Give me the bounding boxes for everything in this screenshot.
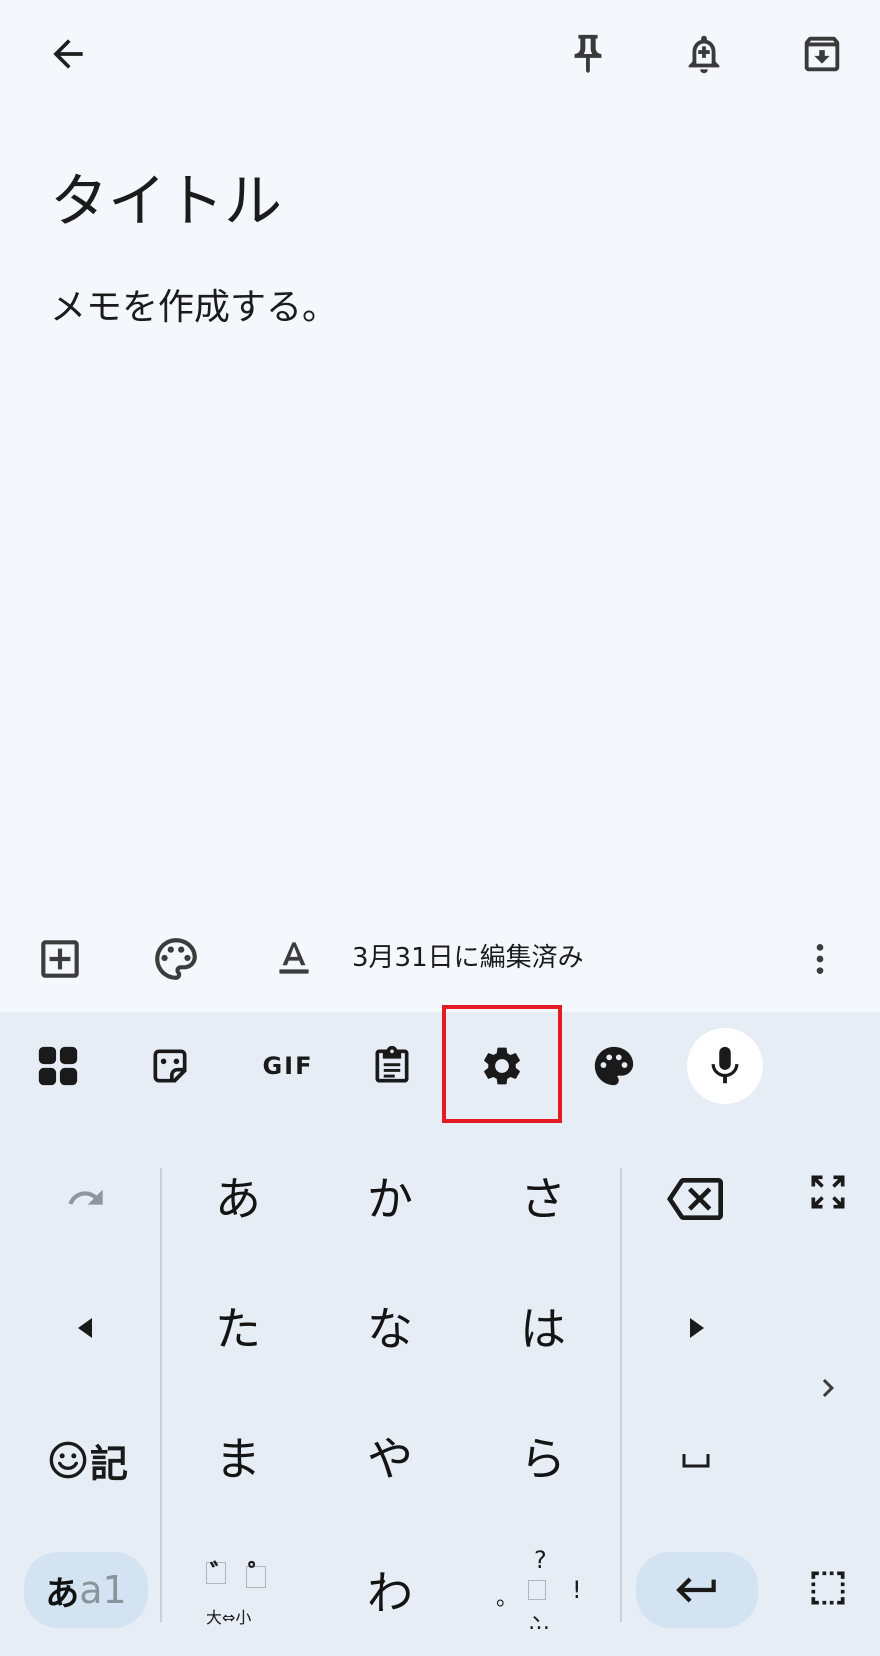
apps-grid-icon[interactable] — [28, 1036, 88, 1096]
last-edited-text: 3月31日に編集済み — [352, 943, 584, 973]
palette-icon[interactable] — [144, 927, 208, 991]
smiley-icon — [49, 1441, 87, 1479]
selection-box-icon[interactable] — [800, 1560, 856, 1616]
punct-ellipsis: … — [528, 1610, 550, 1635]
kana-key[interactable]: や — [330, 1416, 450, 1496]
symbol-label: 記 — [89, 1441, 128, 1486]
mode-alnum: a1 — [79, 1568, 127, 1612]
theme-palette-icon[interactable] — [584, 1036, 644, 1096]
archive-icon[interactable] — [790, 22, 854, 86]
sticker-icon[interactable] — [140, 1036, 200, 1096]
chevron-right-icon[interactable] — [800, 1360, 856, 1416]
mode-hiragana: あ — [45, 1573, 80, 1614]
add-box-icon[interactable] — [28, 927, 92, 991]
dakuten-mark: ゛ — [210, 1560, 237, 1590]
left-divider — [160, 1168, 162, 1622]
key-wa[interactable]: わ — [330, 1550, 450, 1630]
emoji-symbol-key[interactable]: 記 — [38, 1428, 138, 1492]
clipboard-icon[interactable] — [362, 1036, 422, 1096]
more-vert-icon[interactable] — [796, 927, 844, 991]
left-triangle-icon[interactable] — [56, 1298, 116, 1358]
kana-key[interactable]: か — [330, 1156, 450, 1236]
settings-highlight-box — [442, 1005, 562, 1123]
input-mode-label: あ a1 — [24, 1552, 148, 1628]
expand-icon[interactable] — [800, 1164, 856, 1220]
dakuten-key[interactable]: ゛ ゜ 大⇔小 — [196, 1552, 286, 1632]
undo-icon[interactable] — [56, 1168, 116, 1228]
kana-key[interactable]: あ — [178, 1156, 298, 1236]
punctuation-key[interactable]: ? 。 、 ! … — [488, 1546, 598, 1636]
kana-key[interactable]: ま — [178, 1416, 298, 1496]
text-format-icon[interactable] — [262, 927, 326, 991]
handakuten-mark: ゜ — [248, 1560, 275, 1590]
note-body[interactable]: メモを作成する。 — [50, 290, 338, 326]
pin-icon[interactable] — [556, 22, 620, 86]
bell-plus-icon[interactable] — [672, 22, 736, 86]
kana-key[interactable]: は — [483, 1286, 603, 1366]
note-title[interactable]: タイトル — [50, 172, 282, 230]
kana-key[interactable]: た — [178, 1286, 298, 1366]
right-divider — [620, 1168, 622, 1622]
punct-exclaim: ! — [572, 1576, 582, 1604]
size-toggle-label: 大⇔小 — [206, 1608, 252, 1627]
right-triangle-icon[interactable] — [666, 1298, 726, 1358]
microphone-icon[interactable] — [695, 1036, 755, 1096]
space-icon — [682, 1454, 710, 1468]
space-key[interactable] — [664, 1430, 728, 1490]
arrow-back-icon[interactable] — [38, 24, 98, 84]
punct-period: 。 — [496, 1586, 519, 1611]
kana-key[interactable]: ら — [483, 1416, 603, 1496]
kana-key[interactable]: な — [330, 1286, 450, 1366]
enter-icon — [662, 1560, 732, 1620]
backspace-icon[interactable] — [660, 1164, 730, 1234]
top-app-bar — [0, 0, 880, 110]
kana-key[interactable]: さ — [483, 1156, 603, 1236]
gif-button[interactable]: GIF — [248, 1036, 328, 1096]
punct-question: ? — [534, 1546, 547, 1574]
